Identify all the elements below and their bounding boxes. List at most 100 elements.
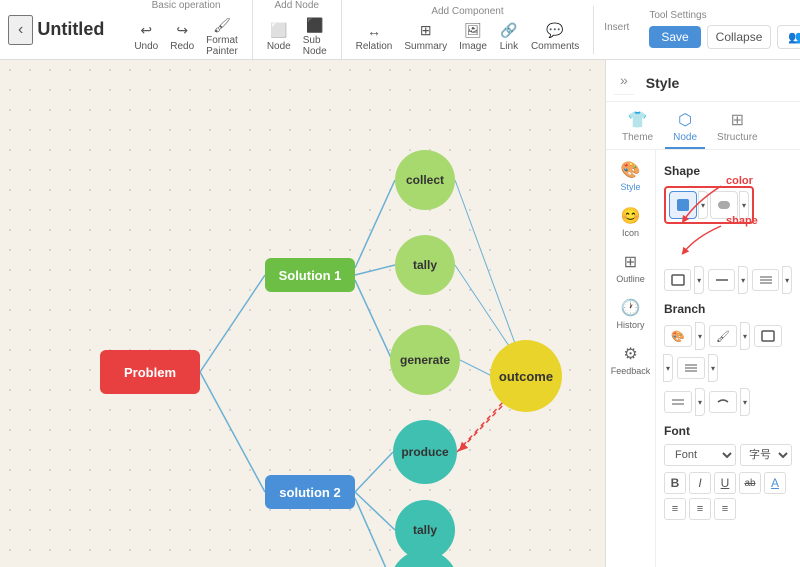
icon-icon-btn[interactable]: 😊 Icon [606,200,655,244]
save-button[interactable]: Save [649,26,700,48]
structure-icon: ⊞ [731,110,744,130]
font-align-row: ≡ ≡ ≡ [664,498,792,520]
font-select[interactable]: Font [664,444,736,466]
tab-theme[interactable]: 👕 Theme [614,106,661,149]
outline-icon: ⊞ [624,252,637,272]
branch-color-dropdown[interactable]: ▾ [740,322,750,350]
bold-btn[interactable]: B [664,472,686,494]
comments-icon: 💬 [545,23,565,39]
branch-row-1: 🎨 ▾ 🖌 ▾ ▾ ▾ [664,322,792,382]
main-area: Problem Solution 1 solution 2 collect ta… [0,60,800,567]
branch-align-icon [671,396,685,408]
style-icon: 🎨 [621,160,641,180]
relation-icon: ↔ [364,23,384,39]
font-title: Font [664,424,792,438]
link-button[interactable]: 🔗 Link [495,21,523,54]
outline-line-icon [715,274,729,286]
branch-lines-btn[interactable] [677,357,705,379]
comments-button[interactable]: 💬 Comments [527,21,583,54]
side-icons: 🎨 Style 😊 Icon ⊞ Outline 🕐 History ⚙ [606,150,656,567]
collapse-button[interactable]: Collapse [707,25,772,49]
font-row: Font 字号 [664,444,792,466]
image-button[interactable]: 🖼 Image [455,21,491,54]
share-button[interactable]: 👥 Share [777,25,800,49]
align-right-btn[interactable]: ≡ [714,498,736,520]
format-painter-button[interactable]: 🖌 Format Painter [202,15,242,59]
branch-align-dropdown[interactable]: ▾ [695,388,705,416]
outline-line-btn[interactable] [708,269,735,291]
share-icon: 👥 [788,30,800,44]
node-produce[interactable]: produce [393,420,457,484]
branch-paint-btn[interactable]: 🎨 [664,325,692,347]
format-painter-icon: 🖌 [212,17,232,33]
branch-lines2-dropdown[interactable]: ▾ [708,354,718,382]
add-node-group: Add Node ⬜ Node ⬛ Sub Node [253,0,342,59]
branch-rect-btn[interactable] [754,325,782,347]
app-title: Untitled [33,19,120,40]
relation-button[interactable]: ↔ Relation [352,21,397,54]
svg-text:shape: shape [726,215,758,227]
panel-title: Style [634,67,691,95]
underline-btn[interactable]: U [714,472,736,494]
branch-paint-dropdown[interactable]: ▾ [695,322,705,350]
branch-align-btn[interactable] [664,391,692,413]
back-button[interactable]: ‹ [8,15,33,45]
branch-lines-icon [684,362,698,374]
node-icon: ⬜ [269,23,289,39]
node-generate1[interactable]: generate [390,325,460,395]
node-generate2[interactable]: generate [390,550,458,567]
link-icon: 🔗 [499,23,519,39]
history-icon-btn[interactable]: 🕐 History [606,292,655,336]
panel-body: 🎨 Style 😊 Icon ⊞ Outline 🕐 History ⚙ [606,150,800,567]
node-solution1[interactable]: Solution 1 [265,258,355,292]
font-color-btn[interactable]: A [764,472,786,494]
summary-icon: ⊞ [416,23,436,39]
font-size-select[interactable]: 字号 [740,444,792,466]
italic-btn[interactable]: I [689,472,711,494]
branch-rect-icon [761,330,775,342]
node-problem[interactable]: Problem [100,350,200,394]
image-icon: 🖼 [463,23,483,39]
branch-flow-dropdown[interactable]: ▾ [740,388,750,416]
sub-node-icon: ⬛ [305,17,325,33]
svg-text:color: color [726,175,754,187]
align-left-btn[interactable]: ≡ [664,498,686,520]
branch-flow-icon [716,396,730,408]
panel-content: Shape ▾ ▾ [656,150,800,567]
node-outcome[interactable]: outcome [490,340,562,412]
node-collect[interactable]: collect [395,150,455,210]
outline-rect-btn[interactable] [664,269,691,291]
insert-label: Insert [604,22,629,33]
feedback-icon-btn[interactable]: ⚙ Feedback [606,338,655,382]
node-button[interactable]: ⬜ Node [263,21,295,54]
panel-collapse-button[interactable]: » [614,66,634,95]
node-tally1[interactable]: tally [395,235,455,295]
sub-node-button[interactable]: ⬛ Sub Node [299,15,331,59]
redo-icon: ↪ [172,23,192,39]
branch-color-btn[interactable]: 🖌 [709,325,737,347]
branch-rect-dropdown[interactable]: ▾ [663,354,673,382]
tab-node[interactable]: ⬡ Node [665,106,705,149]
top-bar: ‹ Untitled Basic operation ↩ Undo ↪ Redo… [0,0,800,60]
align-center-btn[interactable]: ≡ [689,498,711,520]
emoji-icon: 😊 [621,206,641,226]
node-solution2[interactable]: solution 2 [265,475,355,509]
style-icon-btn[interactable]: 🎨 Style [606,154,655,198]
summary-button[interactable]: ⊞ Summary [400,21,451,54]
theme-icon: 👕 [628,110,648,130]
redo-button[interactable]: ↪ Redo [166,21,198,54]
outline-lines-btn[interactable] [752,269,779,291]
outline-icon-btn[interactable]: ⊞ Outline [606,246,655,290]
branch-flow-btn[interactable] [709,391,737,413]
tab-structure[interactable]: ⊞ Structure [709,106,766,149]
undo-icon: ↩ [136,23,156,39]
strikethrough-btn[interactable]: ab [739,472,761,494]
annotation-area: color shape [664,232,792,262]
right-panel: » Style 👕 Theme ⬡ Node ⊞ Structure 🎨 [605,60,800,567]
panel-tabs: 👕 Theme ⬡ Node ⊞ Structure [606,102,800,150]
branch-title: Branch [664,302,792,316]
shape-arrow-svg: shape [666,212,796,272]
basic-operation-group: Basic operation ↩ Undo ↪ Redo 🖌 Format P… [120,0,253,59]
undo-button[interactable]: ↩ Undo [130,21,162,54]
canvas[interactable]: Problem Solution 1 solution 2 collect ta… [0,60,605,567]
